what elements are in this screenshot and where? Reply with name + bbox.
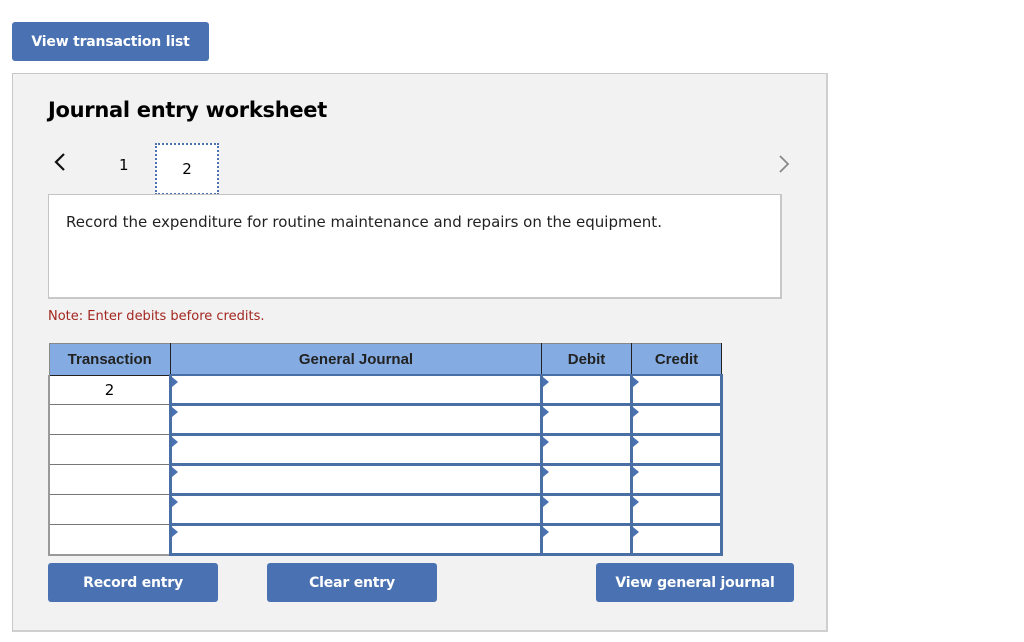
journal-table: Transaction General Journal Debit Credit… (48, 343, 723, 556)
header-transaction: Transaction (48, 343, 171, 376)
dropdown-marker-icon (172, 407, 178, 417)
header-general-journal: General Journal (170, 343, 542, 376)
dropdown-marker-icon (633, 377, 639, 387)
clear-entry-button[interactable]: Clear entry (267, 563, 437, 602)
dropdown-marker-icon (543, 527, 549, 537)
credit-input-cell (630, 433, 723, 466)
view-general-journal-button[interactable]: View general journal (596, 563, 794, 602)
credit-input-cell (630, 403, 723, 436)
transaction-cell (48, 404, 171, 435)
credit-input-cell (630, 523, 723, 556)
chevron-right-icon[interactable] (775, 152, 793, 176)
transaction-cell (48, 434, 171, 465)
debit-input[interactable] (543, 436, 630, 463)
debit-input-cell (540, 374, 633, 406)
debit-input[interactable] (543, 526, 630, 553)
credit-input-cell (630, 463, 723, 496)
page-tab-1[interactable]: 1 (119, 156, 129, 174)
debit-input[interactable] (543, 466, 630, 493)
worksheet-title: Journal entry worksheet (48, 98, 327, 122)
transaction-cell (48, 464, 171, 495)
header-credit: Credit (631, 343, 722, 376)
debit-input-cell (540, 493, 633, 526)
page-tab-2-label: 2 (182, 160, 192, 178)
debit-input-cell (540, 433, 633, 466)
table-row (48, 493, 723, 526)
table-row (48, 523, 723, 556)
credit-input[interactable] (633, 526, 720, 553)
table-header-row: Transaction General Journal Debit Credit (48, 343, 722, 376)
view-transaction-list-button[interactable]: View transaction list (12, 22, 209, 61)
transaction-cell: 2 (48, 374, 171, 405)
dropdown-marker-icon (543, 467, 549, 477)
general-journal-input-cell (169, 403, 543, 436)
dropdown-marker-icon (172, 437, 178, 447)
credit-input[interactable] (633, 376, 720, 403)
credit-input-cell (630, 374, 723, 406)
dropdown-marker-icon (633, 497, 639, 507)
debit-credit-note: Note: Enter debits before credits. (48, 309, 265, 324)
dropdown-marker-icon (172, 497, 178, 507)
general-journal-input[interactable] (172, 376, 540, 403)
general-journal-input-cell (169, 463, 543, 496)
dropdown-marker-icon (172, 467, 178, 477)
transaction-description-box: Record the expenditure for routine maint… (48, 194, 782, 299)
general-journal-input[interactable] (172, 436, 540, 463)
general-journal-input[interactable] (172, 406, 540, 433)
debit-input[interactable] (543, 406, 630, 433)
debit-input[interactable] (543, 376, 630, 403)
debit-input[interactable] (543, 496, 630, 523)
table-row (48, 403, 723, 436)
table-row (48, 463, 723, 496)
transaction-cell (48, 494, 171, 525)
chevron-left-icon[interactable] (51, 150, 69, 174)
general-journal-input[interactable] (172, 496, 540, 523)
dropdown-marker-icon (633, 467, 639, 477)
debit-input-cell (540, 403, 633, 436)
dropdown-marker-icon (633, 437, 639, 447)
general-journal-input[interactable] (172, 466, 540, 493)
general-journal-input-cell (169, 374, 543, 406)
dropdown-marker-icon (543, 497, 549, 507)
credit-input[interactable] (633, 436, 720, 463)
credit-input[interactable] (633, 406, 720, 433)
debit-input-cell (540, 523, 633, 556)
dropdown-marker-icon (633, 407, 639, 417)
dropdown-marker-icon (543, 407, 549, 417)
table-row: 2 (48, 374, 723, 406)
dropdown-marker-icon (172, 527, 178, 537)
header-debit: Debit (541, 343, 632, 376)
dropdown-marker-icon (633, 527, 639, 537)
credit-input[interactable] (633, 496, 720, 523)
page-tab-2-current[interactable]: 2 (155, 143, 219, 195)
dropdown-marker-icon (543, 377, 549, 387)
general-journal-input-cell (169, 433, 543, 466)
dropdown-marker-icon (172, 377, 178, 387)
transaction-cell (48, 524, 171, 556)
credit-input-cell (630, 493, 723, 526)
debit-input-cell (540, 463, 633, 496)
dropdown-marker-icon (543, 437, 549, 447)
record-entry-button[interactable]: Record entry (48, 563, 218, 602)
transaction-description: Record the expenditure for routine maint… (66, 213, 662, 231)
credit-input[interactable] (633, 466, 720, 493)
journal-entry-worksheet-panel: Journal entry worksheet 1 2 Record the e… (12, 73, 828, 632)
general-journal-input[interactable] (172, 526, 540, 553)
general-journal-input-cell (169, 523, 543, 556)
general-journal-input-cell (169, 493, 543, 526)
table-row (48, 433, 723, 466)
